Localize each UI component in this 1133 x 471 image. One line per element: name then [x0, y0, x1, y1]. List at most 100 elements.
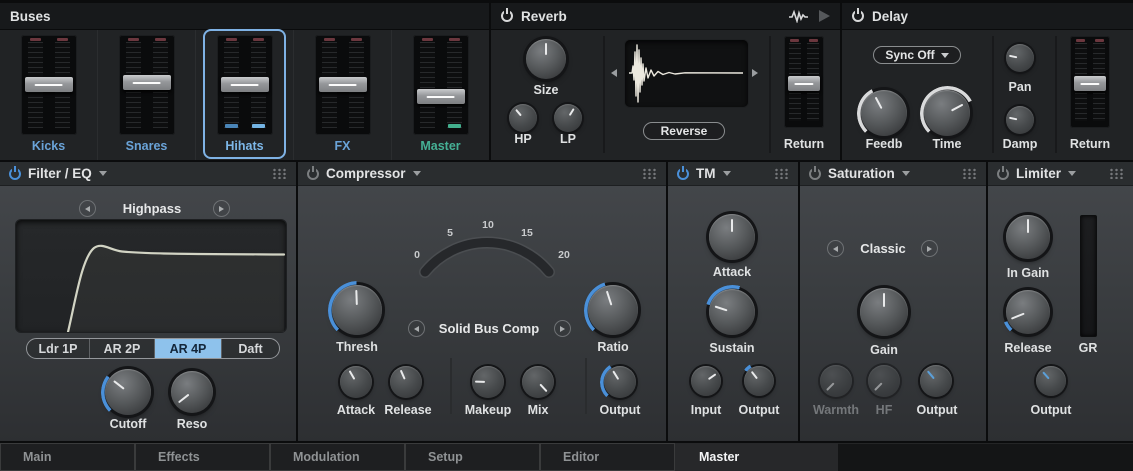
reverse-label: Reverse [660, 124, 708, 138]
reso-knob[interactable] [171, 371, 213, 413]
fader-handle[interactable] [318, 77, 367, 92]
power-icon[interactable] [852, 10, 864, 22]
comp-output-knob[interactable] [599, 361, 641, 403]
clip-led [225, 38, 237, 41]
power-icon[interactable] [677, 167, 689, 180]
chevron-down-icon[interactable] [901, 171, 910, 176]
knob-indicator [999, 283, 1056, 340]
size-knob[interactable] [521, 34, 571, 84]
master-fader[interactable] [412, 35, 469, 135]
bus-channel-fx[interactable]: FX [294, 30, 392, 160]
feedb-knob[interactable] [856, 85, 912, 141]
bus-channel-kicks[interactable]: Kicks [0, 30, 98, 160]
hp-knob[interactable] [509, 104, 537, 132]
gauge-tick: 10 [482, 219, 494, 231]
play-icon[interactable] [819, 10, 830, 22]
comp-attack-knob[interactable] [340, 366, 372, 398]
drag-handle-icon[interactable] [272, 168, 287, 179]
tab-modulation[interactable]: Modulation [270, 443, 405, 471]
fader-handle[interactable] [1074, 76, 1106, 92]
next-sat-mode-button[interactable] [921, 240, 938, 257]
next-ir-arrow[interactable] [752, 69, 758, 77]
tm-sustain-label: Sustain [709, 341, 755, 355]
mix-knob[interactable] [522, 366, 554, 398]
drag-handle-icon[interactable] [962, 168, 977, 179]
tm-output-knob[interactable] [739, 361, 779, 401]
fx-fader[interactable] [314, 35, 371, 135]
tm-input-knob[interactable] [691, 366, 721, 396]
limiter-output-knob[interactable] [1036, 366, 1066, 396]
segment-daft[interactable]: Daft [222, 339, 279, 358]
reverse-button[interactable]: Reverse [643, 122, 725, 140]
divider [1055, 36, 1057, 153]
chevron-down-icon[interactable] [98, 171, 107, 176]
tab-setup[interactable]: Setup [405, 443, 540, 471]
damp-knob[interactable] [1006, 106, 1034, 134]
waveform-icon[interactable] [789, 9, 809, 23]
prev-mode-button[interactable] [79, 200, 96, 217]
drag-handle-icon[interactable] [642, 168, 657, 179]
gauge-tick: 20 [558, 249, 570, 261]
knob-indicator [385, 361, 427, 403]
cutoff-knob[interactable] [100, 364, 156, 420]
gain-label: Gain [870, 343, 898, 357]
time-knob[interactable] [919, 85, 975, 141]
tab-effects[interactable]: Effects [135, 443, 270, 471]
snares-fader[interactable] [118, 35, 175, 135]
gain-knob[interactable] [860, 288, 908, 336]
ratio-knob[interactable] [583, 280, 643, 340]
comp-release-knob[interactable] [390, 366, 422, 398]
drag-handle-icon[interactable] [1109, 168, 1124, 179]
tm-sustain-knob[interactable] [704, 284, 760, 340]
knob-indicator [163, 363, 222, 422]
segment-ar-2p[interactable]: AR 2P [90, 339, 155, 358]
sat-output-knob[interactable] [920, 365, 952, 397]
bus-channel-snares[interactable]: Snares [98, 30, 196, 160]
hf-knob[interactable] [868, 365, 900, 397]
makeup-knob[interactable] [472, 366, 504, 398]
level-meter [447, 124, 461, 128]
power-icon[interactable] [809, 167, 821, 180]
filter-type-segmented-control: Ldr 1P AR 2P AR 4P Daft [26, 338, 280, 359]
chevron-down-icon[interactable] [1068, 171, 1077, 176]
warmth-knob[interactable] [820, 365, 852, 397]
bus-channel-master[interactable]: Master [392, 30, 489, 160]
prev-model-button[interactable] [408, 320, 425, 337]
chevron-down-icon[interactable] [412, 171, 421, 176]
sync-dropdown[interactable]: Sync Off [873, 46, 961, 64]
thresh-knob[interactable] [327, 280, 387, 340]
chevron-down-icon[interactable] [722, 171, 731, 176]
fader-handle[interactable] [24, 77, 73, 92]
power-icon[interactable] [307, 167, 319, 180]
kicks-fader[interactable] [20, 35, 77, 135]
segment-ar-4p-active[interactable]: AR 4P [155, 339, 222, 358]
drag-handle-icon[interactable] [774, 168, 789, 179]
power-icon[interactable] [997, 167, 1009, 180]
tab-master-active[interactable]: Master [675, 443, 838, 471]
next-model-button[interactable] [554, 320, 571, 337]
fader-handle[interactable] [220, 77, 269, 92]
knob-indicator [331, 284, 383, 336]
bus-channel-hihats-selected[interactable]: Hihats [196, 29, 294, 160]
in-gain-knob[interactable] [1006, 215, 1050, 259]
fader-handle[interactable] [788, 76, 820, 92]
power-icon[interactable] [501, 10, 513, 22]
pan-knob[interactable] [1006, 44, 1034, 72]
fader-handle[interactable] [416, 89, 465, 104]
delay-return-fader[interactable] [1070, 36, 1110, 128]
limiter-release-knob[interactable] [1001, 285, 1055, 339]
comp-release-label: Release [384, 403, 432, 417]
tab-main[interactable]: Main [0, 443, 135, 471]
hihats-fader[interactable] [216, 35, 273, 135]
knob-indicator [1006, 215, 1050, 259]
bus-channel-list: Kicks Snares Hihats FX Master [0, 29, 489, 160]
segment-ldr-1p[interactable]: Ldr 1P [27, 339, 90, 358]
lp-knob[interactable] [554, 104, 582, 132]
prev-ir-arrow[interactable] [611, 69, 617, 77]
fader-handle[interactable] [122, 75, 171, 90]
tm-attack-knob[interactable] [709, 214, 755, 260]
power-icon[interactable] [9, 167, 21, 180]
tab-editor[interactable]: Editor [540, 443, 675, 471]
reverb-return-fader[interactable] [784, 36, 824, 128]
next-mode-button[interactable] [213, 200, 230, 217]
